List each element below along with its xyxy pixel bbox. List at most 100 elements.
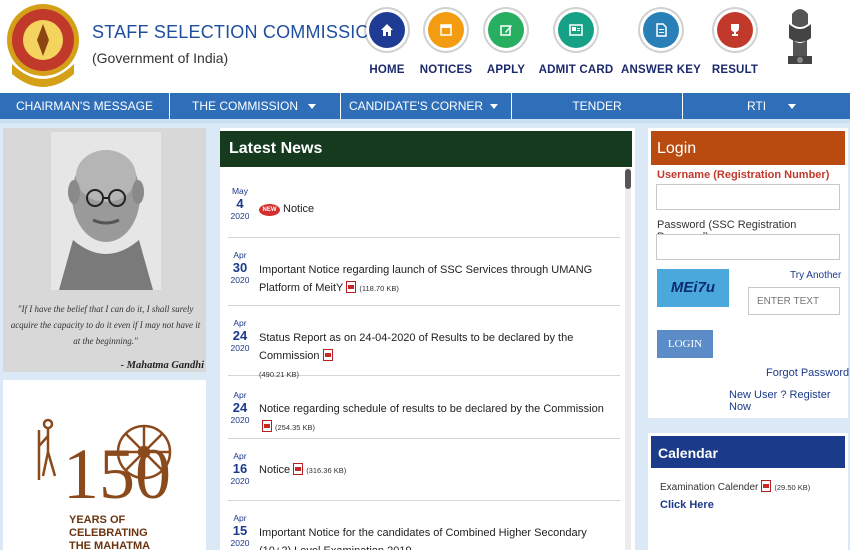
nav-tender[interactable]: TENDER <box>512 93 683 119</box>
celebrate-number: 150 <box>63 434 171 514</box>
notice-icon <box>428 12 464 48</box>
news-month: May <box>231 186 249 196</box>
pdf-icon[interactable] <box>262 420 272 432</box>
news-month: Apr <box>233 390 247 400</box>
file-size: (118.70 KB) <box>359 284 399 293</box>
pdf-icon[interactable] <box>761 480 772 492</box>
news-date: Apr 16 2020 <box>228 451 252 486</box>
news-text: Notice (316.36 KB) <box>259 461 609 480</box>
try-another-link[interactable]: Try Another <box>790 270 841 281</box>
chevron-down-icon <box>308 104 316 109</box>
news-day: 15 <box>232 523 248 538</box>
gandhi-portrait <box>51 132 161 290</box>
nav-label: CHAIRMAN'S MESSAGE <box>16 99 153 113</box>
news-month: Apr <box>233 513 247 523</box>
news-day: 24 <box>232 328 248 343</box>
nav-chairmans-message[interactable]: CHAIRMAN'S MESSAGE <box>0 93 170 119</box>
calendar-click-here-link[interactable]: Click Here <box>660 499 714 511</box>
pdf-icon[interactable] <box>293 463 304 475</box>
file-size: (254.35 KB) <box>275 423 316 432</box>
id-card-icon <box>558 12 594 48</box>
captcha-image: MEi7u <box>657 269 729 307</box>
news-link[interactable]: Important Notice for the candidates of C… <box>259 527 587 550</box>
ssc-logo[interactable] <box>4 2 82 88</box>
org-subtitle: (Government of India) <box>92 50 229 66</box>
news-item: Apr 24 2020 Status Report as on 24-04-20… <box>228 306 620 379</box>
news-text: NEW Notice <box>259 200 609 218</box>
username-label: Username (Registration Number) <box>657 169 830 181</box>
news-day: 24 <box>232 400 248 415</box>
nav-label: CANDIDATE'S CORNER <box>348 99 484 113</box>
news-link[interactable]: Notice regarding schedule of results to … <box>259 403 604 415</box>
news-text: Notice regarding schedule of results to … <box>259 400 609 437</box>
news-text: Important Notice regarding launch of SSC… <box>259 261 609 298</box>
login-button[interactable]: LOGIN <box>657 330 713 358</box>
news-year: 2020 <box>230 211 250 221</box>
news-link[interactable]: Status Report as on 24-04-2020 of Result… <box>259 332 573 362</box>
celebrate-line2: CELEBRATING <box>69 527 148 539</box>
news-item: Apr 16 2020 Notice (316.36 KB) <box>228 439 620 501</box>
nav-label: THE COMMISSION <box>191 99 298 113</box>
site-header: STAFF SELECTION COMMISSION (Government o… <box>0 0 850 93</box>
login-title: Login <box>651 131 845 165</box>
edit-icon <box>488 12 524 48</box>
news-year: 2020 <box>230 538 250 548</box>
nav-label: RTI <box>746 99 767 113</box>
username-input[interactable] <box>656 184 840 210</box>
news-item: May 4 2020 NEW Notice <box>228 170 620 238</box>
quick-link-label: RESULT <box>711 64 759 76</box>
quick-link-result[interactable]: RESULT <box>690 12 780 76</box>
news-date: May 4 2020 <box>228 186 252 221</box>
password-input[interactable] <box>656 234 840 260</box>
mahatma-150-logo: 150 YEARS OF CELEBRATING THE MAHATMA <box>37 418 172 550</box>
nav-the-commission[interactable]: THE COMMISSION <box>170 93 341 119</box>
news-year: 2020 <box>230 343 250 353</box>
news-link[interactable]: Important Notice regarding launch of SSC… <box>259 264 592 294</box>
quick-link-label: ADMIT CARD <box>538 64 614 76</box>
news-link[interactable]: Notice <box>283 203 314 215</box>
nav-label: TENDER <box>572 99 622 113</box>
news-text: Important Notice for the candidates of C… <box>259 524 609 550</box>
news-year: 2020 <box>230 415 250 425</box>
news-item: Apr 15 2020 Important Notice for the can… <box>228 501 620 550</box>
nav-candidates-corner[interactable]: CANDIDATE'S CORNER <box>341 93 512 119</box>
new-badge-icon: NEW <box>259 204 280 216</box>
news-date: Apr 24 2020 <box>228 390 252 425</box>
calendar-label: Examination Calender <box>660 482 759 493</box>
celebrate-mahatma-banner[interactable]: 150 YEARS OF CELEBRATING THE MAHATMA <box>3 380 206 550</box>
trophy-icon <box>717 12 753 48</box>
pdf-icon[interactable] <box>346 281 357 293</box>
news-month: Apr <box>233 250 247 260</box>
register-link[interactable]: New User ? Register Now <box>729 389 850 413</box>
org-title: STAFF SELECTION COMMISSION <box>92 22 383 42</box>
news-day: 30 <box>232 260 248 275</box>
celebrate-line1: YEARS OF <box>69 514 126 526</box>
file-size: (316.36 KB) <box>306 466 347 475</box>
news-day: 16 <box>232 461 248 476</box>
document-icon <box>643 12 679 48</box>
main-nav: CHAIRMAN'S MESSAGE THE COMMISSION CANDID… <box>0 93 850 119</box>
news-date: Apr 24 2020 <box>228 318 252 353</box>
latest-news-title: Latest News <box>220 131 632 167</box>
news-year: 2020 <box>230 476 250 486</box>
file-size: (29.50 KB) <box>774 483 811 492</box>
celebrate-line3: THE MAHATMA <box>69 540 150 550</box>
home-icon <box>369 12 405 48</box>
news-item: Apr 24 2020 Notice regarding schedule of… <box>228 376 620 439</box>
nav-rti[interactable]: RTI <box>683 93 850 119</box>
gandhi-quote: "If I have the belief that I can do it, … <box>10 304 201 346</box>
news-scrollbar[interactable] <box>625 168 631 550</box>
news-scroll-thumb[interactable] <box>625 169 631 189</box>
news-day: 4 <box>236 196 244 211</box>
chevron-down-icon <box>490 104 498 109</box>
chevron-down-icon <box>788 104 796 109</box>
forgot-password-link[interactable]: Forgot Password <box>766 367 849 379</box>
news-link[interactable]: Notice <box>259 464 290 476</box>
quick-link-admit-card[interactable]: ADMIT CARD <box>531 12 621 76</box>
national-emblem <box>788 9 812 64</box>
calendar-text: Examination Calender (29.50 KB) <box>660 480 810 493</box>
quote-author: - Mahatma Gandhi <box>120 360 204 371</box>
pdf-icon[interactable] <box>322 349 333 361</box>
captcha-input[interactable] <box>748 287 840 315</box>
news-month: Apr <box>233 451 247 461</box>
